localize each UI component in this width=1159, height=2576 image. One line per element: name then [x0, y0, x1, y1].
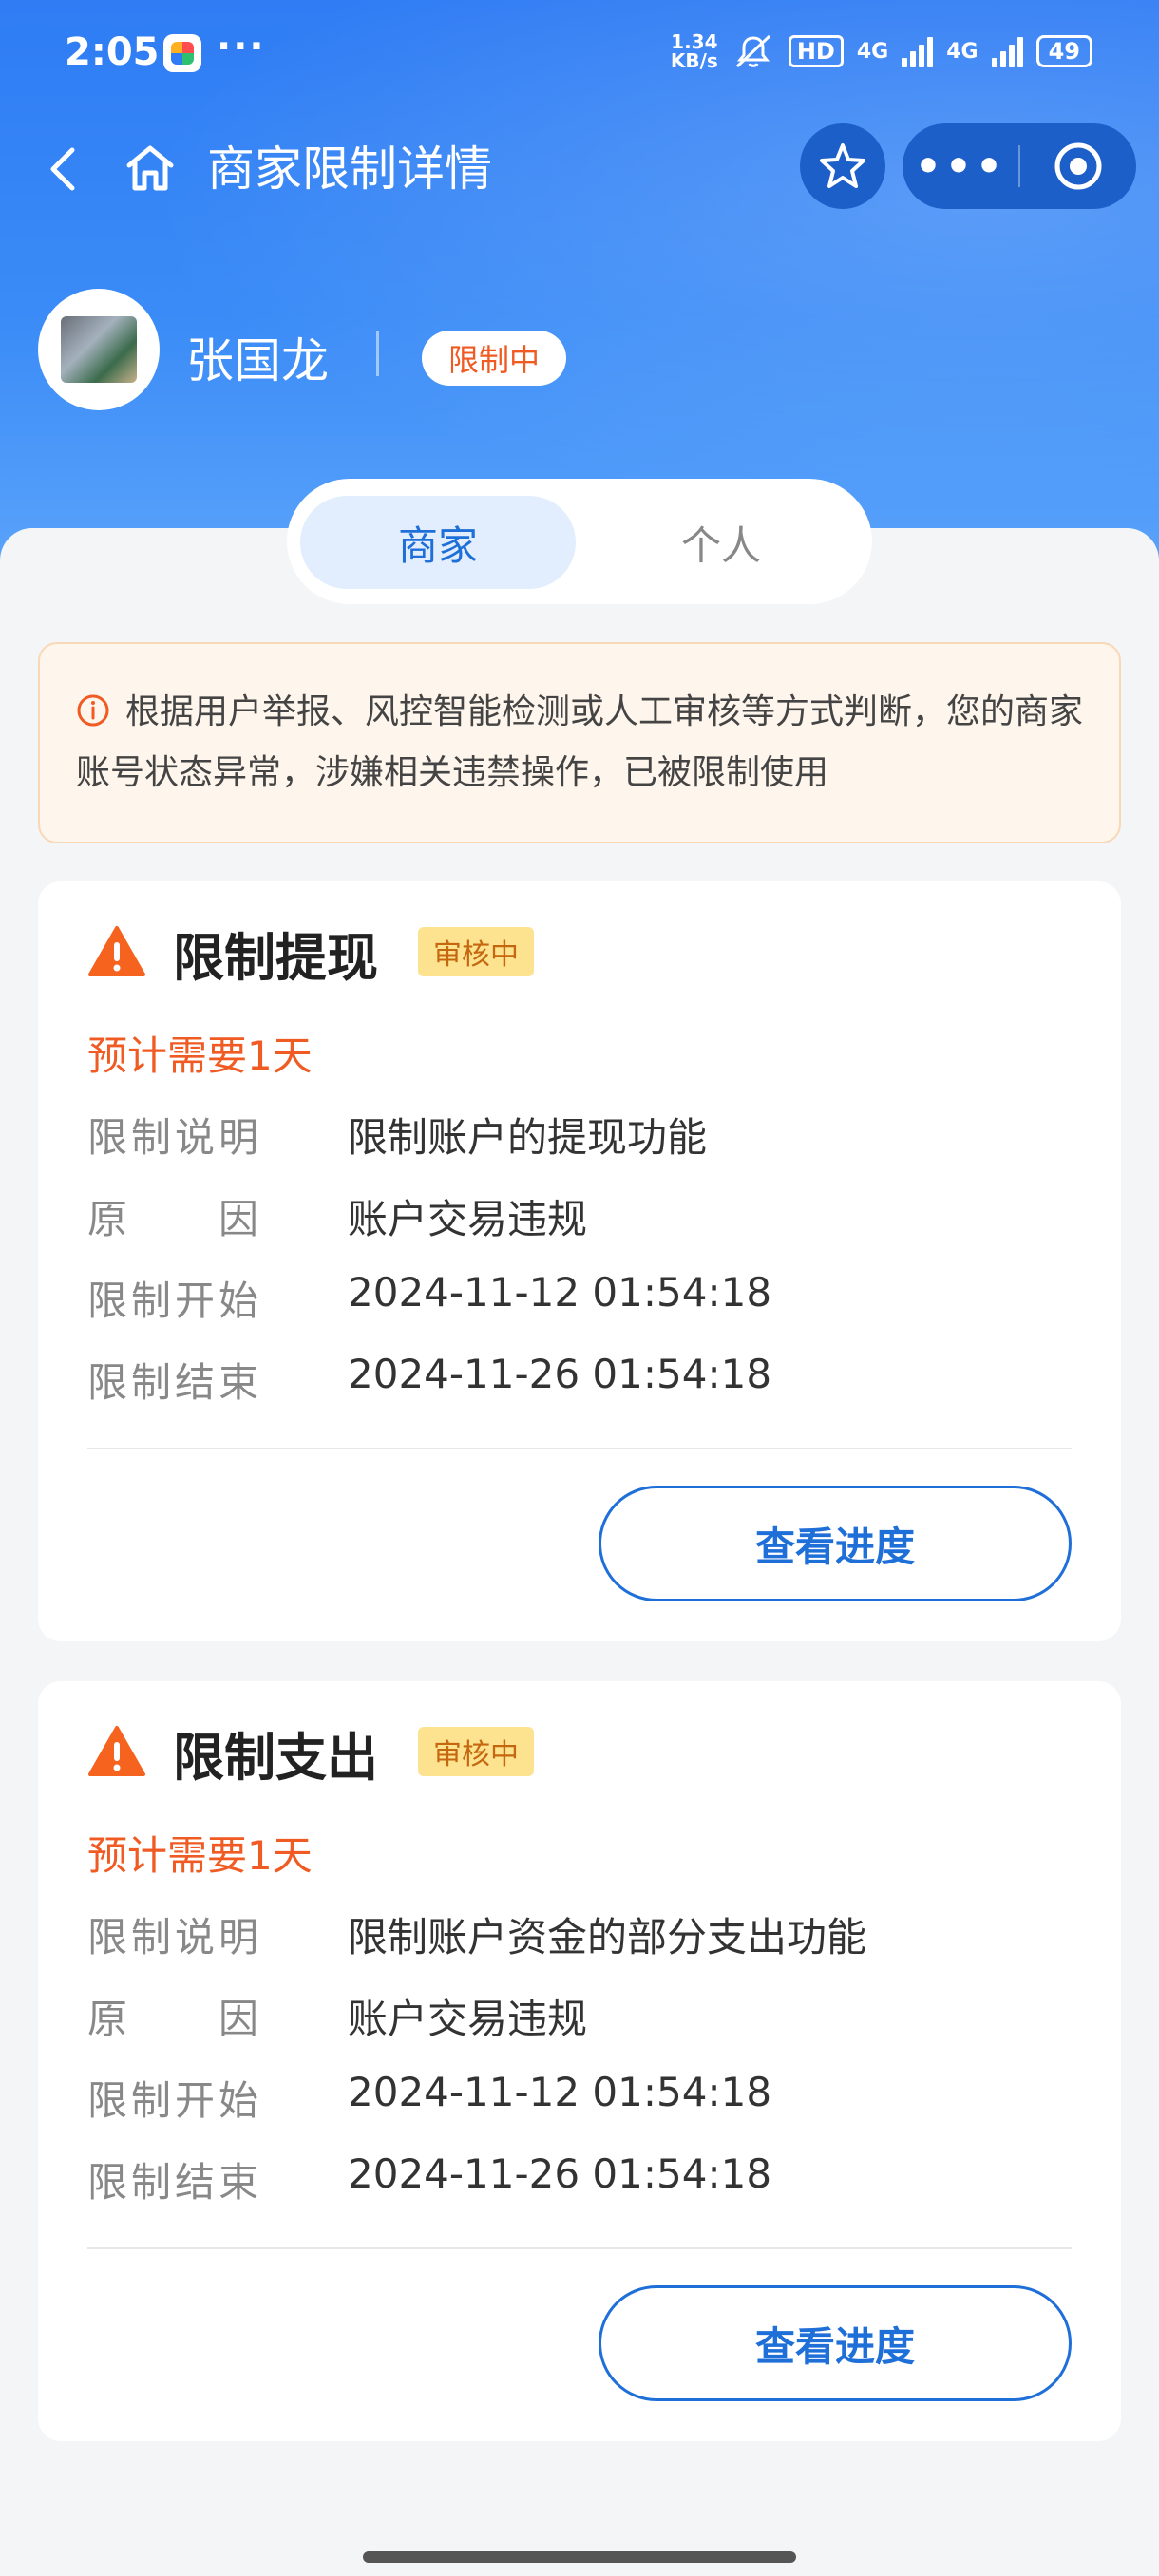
tab-merchant[interactable]: 商家: [300, 496, 576, 589]
tab-personal[interactable]: 个人: [583, 496, 859, 589]
view-progress-button[interactable]: 查看进度: [598, 1486, 1072, 1601]
more-notifications-icon: ···: [217, 25, 266, 68]
user-name: 张国龙: [186, 333, 329, 388]
detail-value: 2024-11-26 01:54:18: [348, 2150, 772, 2197]
favorite-button[interactable]: [800, 123, 885, 209]
name-divider: [376, 331, 379, 376]
network-speed: 1.34 KB/s: [671, 32, 718, 70]
miniapp-capsule: •••: [902, 123, 1136, 209]
star-icon: [820, 143, 865, 188]
warning-icon: [88, 1726, 145, 1776]
restriction-card-withdrawal: 限制提现 审核中 预计需要1天 限制说明 限制账户的提现功能 原 因 账户交易违…: [38, 881, 1121, 1641]
network-speed-value: 1.34: [671, 30, 718, 53]
detail-value: 2024-11-26 01:54:18: [348, 1351, 772, 1397]
detail-key: 原 因: [87, 1996, 263, 2042]
hd-voice-icon: HD: [788, 35, 844, 67]
mute-bell-icon: [735, 34, 770, 68]
detail-value: 限制账户的提现功能: [348, 1114, 708, 1161]
warning-icon: [88, 926, 145, 976]
estimated-time: 预计需要1天: [87, 1832, 313, 1879]
app-notification-icon: [163, 34, 201, 72]
signal-strength-icon-2: [991, 35, 1023, 67]
back-arrow-icon[interactable]: [38, 141, 95, 198]
review-status-tag: 审核中: [418, 927, 534, 976]
status-bar: 2:05 ··· 1.34 KB/s HD 4G 4G 49: [0, 0, 1159, 114]
card-title: 限制支出: [173, 1728, 378, 1788]
home-icon[interactable]: [122, 139, 179, 196]
status-icons: 1.34 KB/s HD 4G 4G 49: [671, 32, 1092, 70]
review-status-tag: 审核中: [418, 1727, 534, 1776]
notice-text: 根据用户举报、风控智能检测或人工审核等方式判断，您的商家账号状态异常，涉嫌相关违…: [76, 692, 1084, 792]
signal-type-1: 4G: [856, 39, 889, 64]
detail-value: 2024-11-12 01:54:18: [348, 2069, 772, 2115]
restriction-card-spending: 限制支出 审核中 预计需要1天 限制说明 限制账户资金的部分支出功能 原 因 账…: [38, 1681, 1121, 2441]
detail-key: 原 因: [87, 1196, 263, 1242]
status-time: 2:05: [65, 30, 160, 74]
card-title: 限制提现: [173, 928, 378, 988]
close-miniapp-button[interactable]: [1020, 141, 1136, 192]
battery-icon: 49: [1036, 35, 1092, 67]
card-divider: [87, 1448, 1072, 1449]
estimated-time: 预计需要1天: [87, 1032, 313, 1079]
card-divider: [87, 2247, 1072, 2249]
status-badge: 限制中: [422, 331, 567, 386]
avatar: [38, 289, 160, 410]
signal-type-2: 4G: [946, 39, 978, 64]
view-progress-button[interactable]: 查看进度: [598, 2285, 1072, 2401]
navigation-bar: 商家限制详情 •••: [0, 123, 1159, 209]
detail-key: 限制开始: [87, 2077, 263, 2124]
detail-value: 账户交易违规: [348, 1196, 588, 1242]
network-speed-unit: KB/s: [670, 49, 718, 72]
target-circle-icon: [1054, 142, 1102, 190]
notice-banner: 根据用户举报、风控智能检测或人工审核等方式判断，您的商家账号状态异常，涉嫌相关违…: [38, 642, 1121, 843]
user-profile: 张国龙 限制中: [38, 289, 798, 412]
more-options-button[interactable]: •••: [902, 142, 1018, 191]
home-indicator[interactable]: [363, 2551, 796, 2563]
detail-value: 限制账户资金的部分支出功能: [348, 1914, 867, 1960]
detail-key: 限制结束: [87, 1359, 263, 1406]
signal-strength-icon: [902, 35, 934, 67]
detail-key: 限制说明: [87, 1914, 263, 1960]
detail-value: 账户交易违规: [348, 1996, 588, 2042]
avatar-image: [61, 316, 137, 383]
tab-switcher: 商家 个人: [287, 479, 872, 604]
page-title: 商家限制详情: [207, 142, 492, 197]
detail-key: 限制开始: [87, 1278, 263, 1324]
detail-key: 限制结束: [87, 2159, 263, 2206]
detail-value: 2024-11-12 01:54:18: [348, 1269, 772, 1316]
detail-key: 限制说明: [87, 1114, 263, 1161]
